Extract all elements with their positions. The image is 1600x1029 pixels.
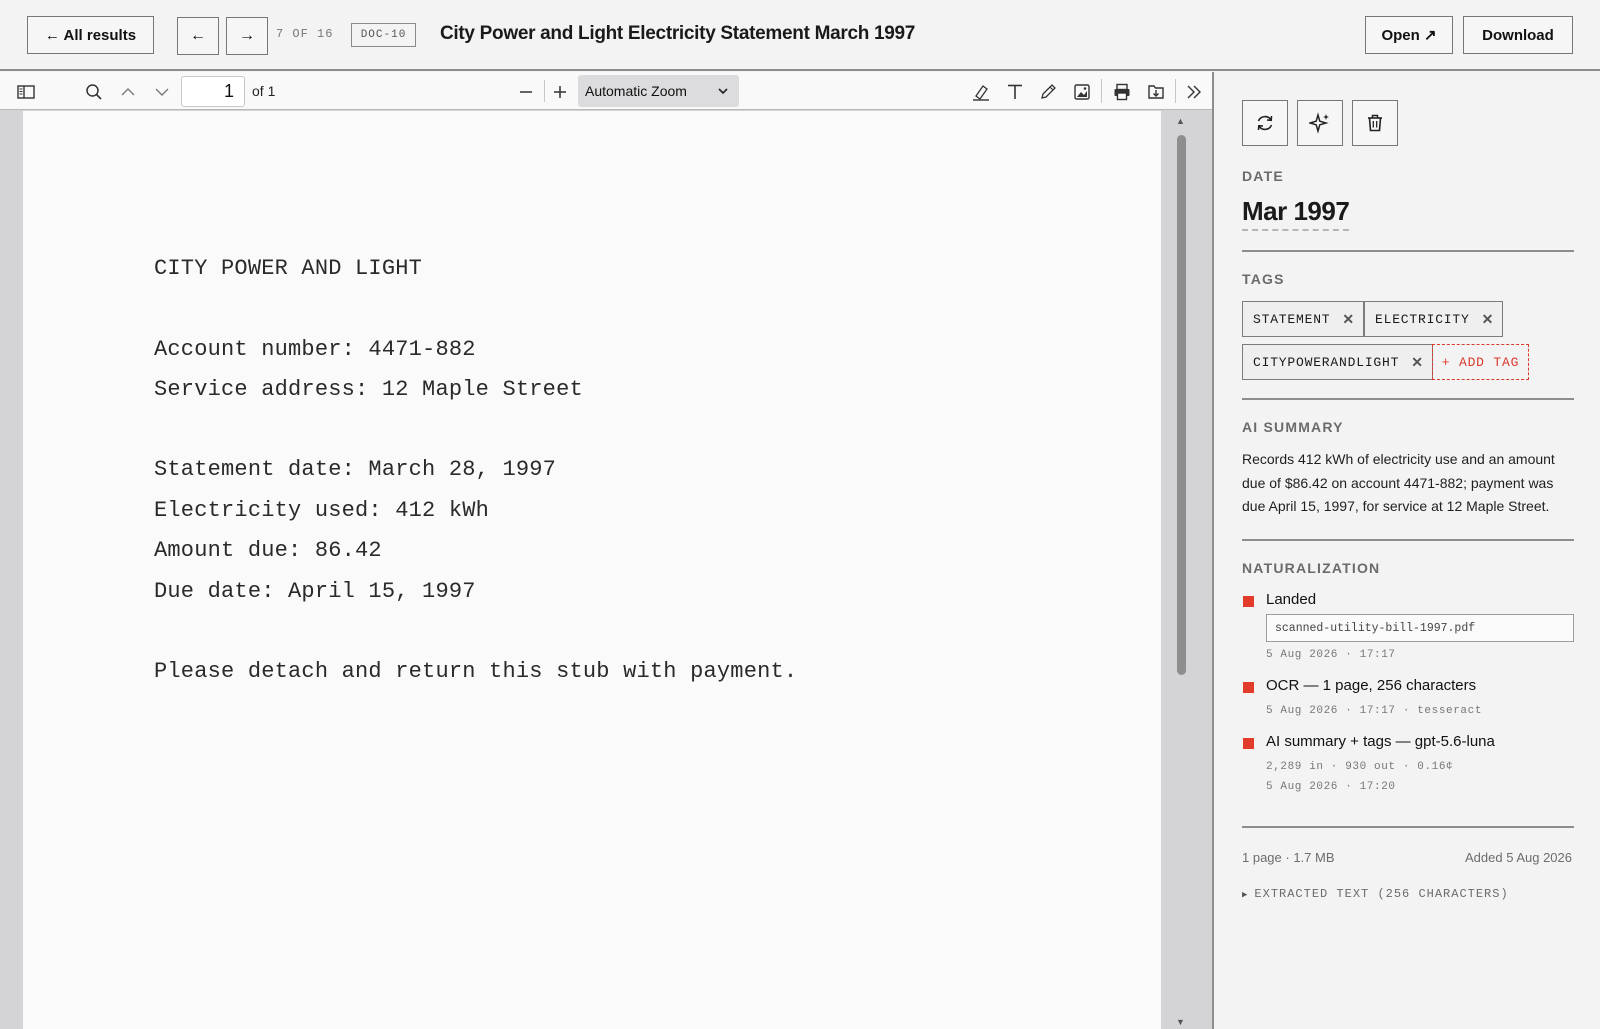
event-timestamp: 5 Aug 2026 · 17:17 · tesseract (1266, 705, 1483, 717)
result-counter: 7 OF 16 (276, 27, 334, 41)
chevron-down-icon[interactable] (151, 81, 173, 103)
trash-icon (1368, 114, 1382, 132)
tags-label: TAGS (1242, 271, 1285, 287)
page-number-input[interactable] (181, 76, 245, 107)
image-icon[interactable] (1071, 81, 1093, 103)
event-token-usage: 2,289 in · 930 out · 0.16¢ (1266, 761, 1454, 773)
ai-regenerate-button[interactable] (1297, 100, 1343, 146)
details-panel: DATE Mar 1997 TAGS STATEMENT ✕ ELECTRICI… (1212, 72, 1600, 1029)
refresh-button[interactable] (1242, 100, 1288, 146)
event-marker (1243, 596, 1254, 607)
pdf-page: CITY POWER AND LIGHT Account number: 447… (23, 111, 1161, 1029)
document-line: Account number: 4471-882 (154, 337, 476, 362)
all-results-button[interactable]: ← All results (27, 16, 154, 54)
chevron-down-icon (716, 84, 730, 101)
viewer-toolbar: of 1 Automatic Zoom (0, 72, 1212, 110)
open-button[interactable]: Open ↗ (1365, 16, 1453, 54)
download-button[interactable]: Download (1463, 16, 1573, 54)
text-icon[interactable] (1004, 81, 1026, 103)
minus-icon[interactable] (515, 81, 537, 103)
refresh-icon (1257, 115, 1273, 131)
document-line: Service address: 12 Maple Street (154, 377, 583, 402)
scroll-up-icon[interactable]: ▲ (1176, 116, 1185, 126)
draw-icon[interactable] (1037, 81, 1059, 103)
tag-chip: ELECTRICITY ✕ (1364, 301, 1504, 337)
section-divider (1242, 250, 1574, 252)
ai-summary-text: Records 412 kWh of electricity use and a… (1242, 451, 1555, 514)
document-line: Statement date: March 28, 1997 (154, 457, 557, 482)
tag-label: STATEMENT (1253, 311, 1331, 327)
event-title: Landed (1266, 591, 1317, 608)
extracted-text-toggle[interactable]: ▶ EXTRACTED TEXT (256 CHARACTERS) (1242, 887, 1509, 901)
section-divider (1242, 398, 1574, 400)
event-marker (1243, 682, 1254, 693)
document-line: Please detach and return this stub with … (154, 659, 798, 684)
page-count-label: of 1 (252, 83, 276, 99)
event-timestamp: 5 Aug 2026 · 17:17 (1266, 649, 1396, 661)
tag-label: ELECTRICITY (1375, 311, 1470, 327)
section-divider (1242, 539, 1574, 541)
highlight-icon[interactable] (970, 81, 992, 103)
section-divider (1242, 826, 1574, 828)
tag-label: CITYPOWERANDLIGHT (1253, 354, 1400, 370)
extracted-text-label: EXTRACTED TEXT (256 CHARACTERS) (1254, 887, 1509, 901)
scroll-down-icon[interactable]: ▼ (1176, 1017, 1185, 1027)
tag-chip: CITYPOWERANDLIGHT ✕ (1242, 344, 1433, 380)
top-bar: ← All results ← → 7 OF 16 DOC-10 City Po… (0, 0, 1600, 71)
plus-icon[interactable] (549, 81, 571, 103)
document-line: Due date: April 15, 1997 (154, 579, 476, 604)
zoom-value: Automatic Zoom (585, 83, 687, 99)
close-icon[interactable]: ✕ (1482, 311, 1495, 328)
tag-chip: STATEMENT ✕ (1242, 301, 1364, 337)
date-label: DATE (1242, 168, 1284, 184)
close-icon[interactable]: ✕ (1411, 354, 1424, 371)
pdf-viewer: of 1 Automatic Zoom (0, 72, 1212, 1029)
previous-document-button[interactable]: ← (177, 17, 219, 55)
date-value[interactable]: Mar 1997 (1242, 196, 1350, 231)
document-id-badge: DOC-10 (351, 23, 416, 47)
source-file-name: scanned-utility-bill-1997.pdf (1266, 614, 1574, 642)
toolbar-separator (1175, 79, 1176, 103)
document-title: City Power and Light Electricity Stateme… (440, 23, 916, 44)
naturalization-label: NATURALIZATION (1242, 560, 1381, 576)
event-marker (1243, 738, 1254, 749)
close-icon[interactable]: ✕ (1342, 311, 1355, 328)
document-line: Electricity used: 412 kWh (154, 498, 490, 523)
zoom-separator (544, 80, 545, 102)
double-chevron-right-icon[interactable] (1183, 81, 1205, 103)
caret-right-icon: ▶ (1242, 890, 1249, 900)
vertical-scrollbar[interactable]: ▲ ▼ (1173, 111, 1189, 1029)
search-icon[interactable] (83, 81, 105, 103)
print-icon[interactable] (1111, 81, 1133, 103)
chevron-up-icon[interactable] (117, 81, 139, 103)
next-document-button[interactable]: → (226, 17, 268, 55)
sparkle-icon (1309, 112, 1329, 134)
event-title: AI summary + tags — gpt-5.6-luna (1266, 733, 1495, 750)
zoom-select[interactable]: Automatic Zoom (578, 75, 739, 107)
toolbar-separator (1101, 79, 1102, 103)
added-date: Added 5 Aug 2026 (1465, 850, 1572, 865)
save-icon[interactable] (1145, 81, 1167, 103)
scrollbar-thumb[interactable] (1177, 135, 1186, 675)
add-tag-button[interactable]: + ADD TAG (1432, 344, 1529, 380)
ai-summary-label: AI SUMMARY (1242, 419, 1344, 435)
file-info: 1 page · 1.7 MB (1242, 850, 1335, 865)
document-line: Amount due: 86.42 (154, 538, 382, 563)
delete-button[interactable] (1352, 100, 1398, 146)
document-line: CITY POWER AND LIGHT (154, 256, 423, 281)
event-timestamp: 5 Aug 2026 · 17:20 (1266, 781, 1396, 793)
event-title: OCR — 1 page, 256 characters (1266, 677, 1477, 694)
sidebar-toggle-icon[interactable] (15, 81, 37, 103)
